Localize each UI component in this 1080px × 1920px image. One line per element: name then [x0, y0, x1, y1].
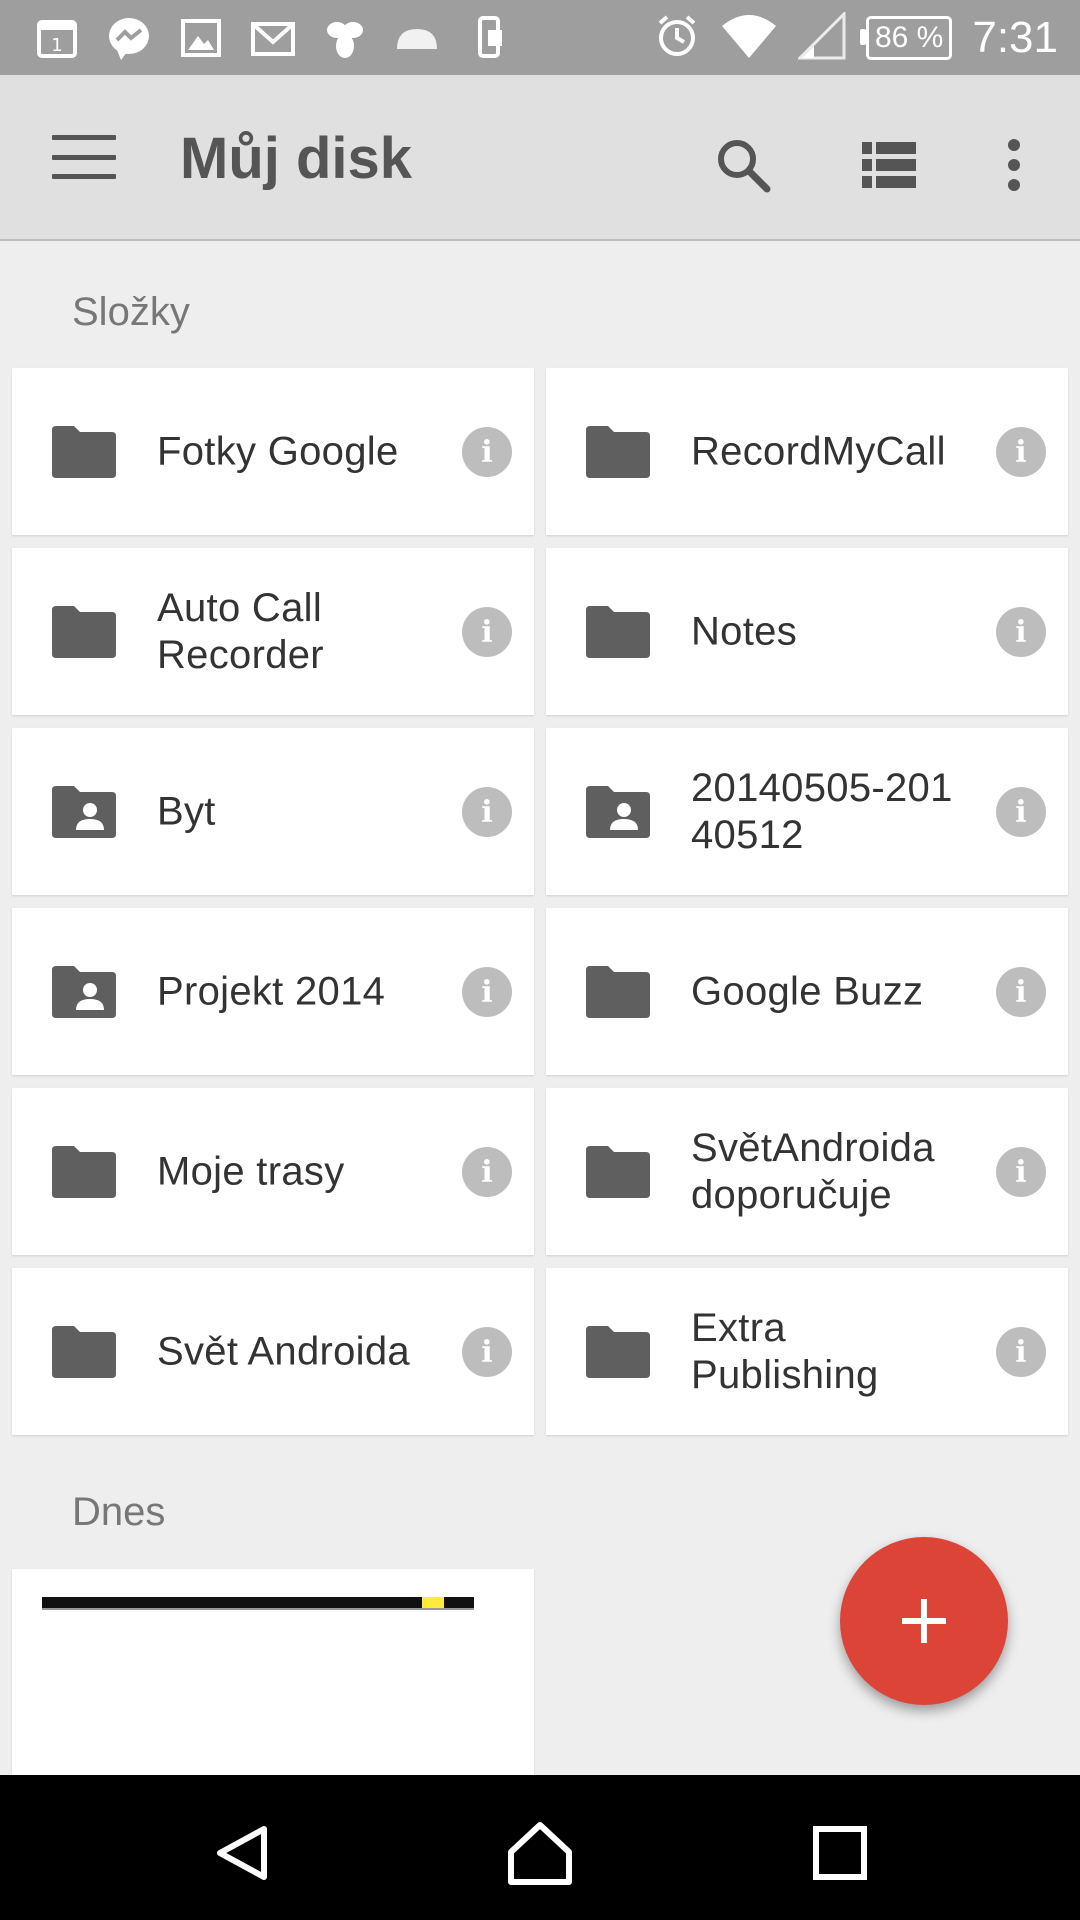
info-icon[interactable]: i	[996, 1147, 1046, 1197]
page-title: Můj disk	[180, 126, 413, 191]
gmail-icon	[246, 14, 300, 62]
info-icon[interactable]: i	[462, 787, 512, 837]
folder-name: Fotky Google	[157, 429, 399, 473]
folder-card[interactable]: RecordMyCall i	[546, 368, 1068, 535]
folder-name: Moje trasy	[157, 1149, 345, 1193]
folder-card[interactable]: SvětAndroida doporučuje i	[546, 1088, 1068, 1255]
folder-icon	[586, 426, 650, 478]
folder-icon	[586, 1326, 650, 1378]
home-icon[interactable]	[500, 1813, 580, 1893]
info-icon[interactable]: i	[996, 607, 1046, 657]
folder-grid: Fotky Google i RecordMyCall i Auto Call …	[12, 368, 1068, 1435]
folder-card[interactable]: Projekt 2014 i	[12, 908, 534, 1075]
folder-name: Auto Call Recorder	[157, 585, 324, 677]
signal-icon	[796, 9, 846, 65]
folder-name: Byt	[157, 789, 216, 833]
folder-name: SvětAndroida doporučuje	[691, 1125, 935, 1217]
folder-icon	[52, 1326, 116, 1378]
folder-card[interactable]: 20140505-20140512 i	[546, 728, 1068, 895]
back-icon[interactable]	[202, 1813, 282, 1893]
folder-name: Notes	[691, 609, 797, 653]
folder-icon	[586, 1146, 650, 1198]
notification-icons: 1	[30, 14, 516, 62]
folder-name: Svět Androida	[157, 1329, 410, 1373]
folder-card[interactable]: Svět Androida i	[12, 1268, 534, 1435]
folder-card[interactable]: Auto Call Recorder i	[12, 548, 534, 715]
info-icon[interactable]: i	[462, 1147, 512, 1197]
info-icon[interactable]: i	[462, 607, 512, 657]
folder-card[interactable]: Google Buzz i	[546, 908, 1068, 1075]
info-icon[interactable]: i	[996, 427, 1046, 477]
add-button[interactable]	[840, 1537, 1008, 1705]
folder-name: 20140505-20140512	[691, 765, 953, 857]
bee-icon	[318, 14, 372, 62]
folder-icon	[52, 426, 116, 478]
info-icon[interactable]: i	[462, 967, 512, 1017]
calendar-icon: 1	[30, 14, 84, 62]
navigation-bar	[0, 1775, 1080, 1920]
more-vert-icon[interactable]	[979, 130, 1049, 200]
folder-icon	[586, 606, 650, 658]
folder-name: Google Buzz	[691, 969, 924, 1013]
recents-icon[interactable]	[800, 1813, 880, 1893]
folder-card[interactable]: Byt i	[12, 728, 534, 895]
clock: 7:31	[972, 13, 1058, 62]
messenger-icon	[102, 14, 156, 62]
wifi-icon	[720, 12, 778, 65]
shared-folder-icon	[52, 966, 116, 1018]
folder-icon	[52, 606, 116, 658]
folder-icon	[52, 1146, 116, 1198]
info-icon[interactable]: i	[462, 427, 512, 477]
battery-indicator: 86 %	[859, 16, 953, 60]
info-icon[interactable]: i	[462, 1327, 512, 1377]
shared-folder-icon	[586, 786, 650, 838]
folder-name: RecordMyCall	[691, 429, 946, 473]
list-view-icon[interactable]	[854, 130, 924, 200]
search-icon[interactable]	[708, 130, 778, 200]
svg-text:1: 1	[51, 35, 62, 56]
app-bar: Můj disk	[0, 75, 1080, 241]
folder-name: Extra Publishing	[691, 1305, 879, 1397]
folder-icon	[586, 966, 650, 1018]
info-icon[interactable]: i	[996, 967, 1046, 1017]
add-icon	[902, 1599, 946, 1643]
folder-card[interactable]: Fotky Google i	[12, 368, 534, 535]
file-preview-card[interactable]	[12, 1569, 534, 1775]
info-icon[interactable]: i	[996, 1327, 1046, 1377]
cloud-icon	[390, 14, 444, 62]
folder-card[interactable]: Notes i	[546, 548, 1068, 715]
folder-name: Projekt 2014	[157, 969, 386, 1013]
alarm-icon	[654, 13, 700, 64]
menu-icon[interactable]	[52, 135, 116, 179]
phone-sync-icon	[462, 14, 516, 62]
section-title-folders: Složky	[72, 290, 190, 334]
shared-folder-icon	[52, 786, 116, 838]
section-title-today: Dnes	[72, 1490, 166, 1534]
status-bar: 1 86 % 7:31	[0, 0, 1080, 75]
folder-card[interactable]: Moje trasy i	[12, 1088, 534, 1255]
info-icon[interactable]: i	[996, 787, 1046, 837]
gallery-icon	[174, 14, 228, 62]
folder-card[interactable]: Extra Publishing i	[546, 1268, 1068, 1435]
